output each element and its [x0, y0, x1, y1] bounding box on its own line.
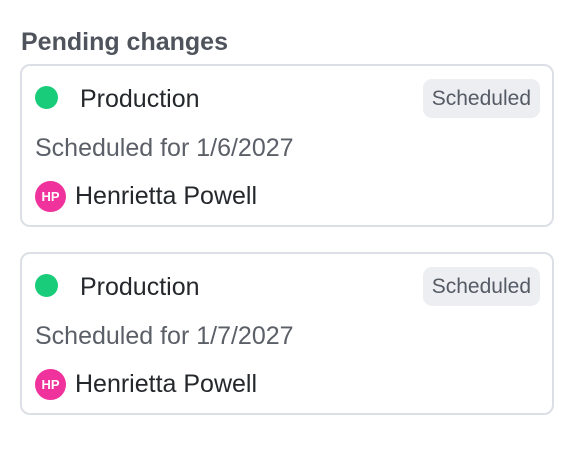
schedule-date: Scheduled for 1/7/2027 — [35, 322, 294, 350]
schedule-date: Scheduled for 1/6/2027 — [35, 134, 294, 162]
section-title: Pending changes — [21, 28, 228, 56]
owner-name: Henrietta Powell — [75, 370, 258, 398]
avatar: HP — [35, 368, 66, 400]
status-badge: Scheduled — [422, 79, 540, 118]
pending-changes-section: Pending changes Production Scheduled Sch… — [20, 22, 554, 415]
status-badge: Scheduled — [422, 267, 540, 306]
status-dot-icon — [35, 86, 58, 109]
change-owner: HP Henrietta Powell — [35, 179, 257, 213]
change-owner: HP Henrietta Powell — [35, 367, 257, 401]
owner-name: Henrietta Powell — [75, 182, 258, 210]
environment-name: Production — [80, 273, 200, 301]
avatar: HP — [35, 180, 66, 212]
pending-change-card[interactable]: Production Scheduled Scheduled for 1/7/2… — [20, 252, 554, 415]
status-dot-icon — [35, 274, 58, 297]
environment-name: Production — [80, 85, 200, 113]
pending-change-card[interactable]: Production Scheduled Scheduled for 1/6/2… — [20, 64, 554, 227]
